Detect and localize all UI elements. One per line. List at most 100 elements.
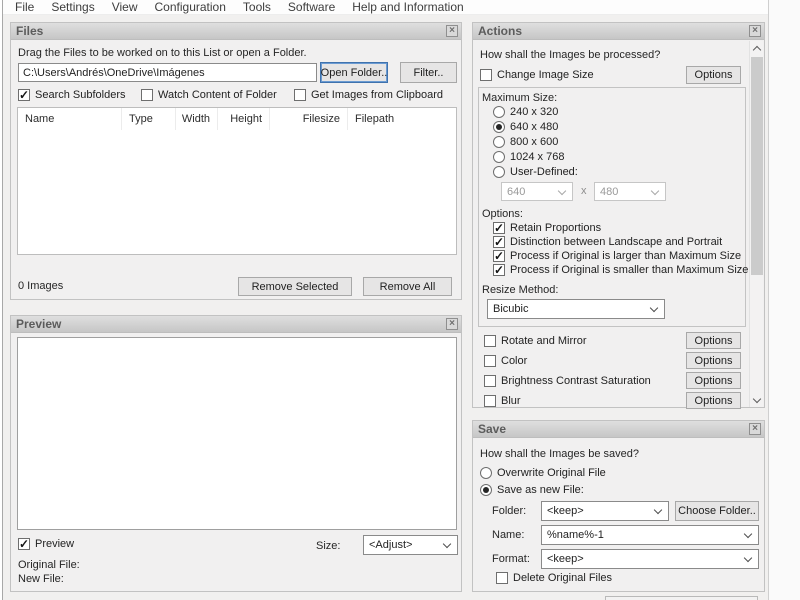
format-select[interactable]: <keep> (541, 549, 759, 569)
watch-content-label: Watch Content of Folder (158, 89, 277, 101)
close-icon[interactable]: × (749, 25, 761, 37)
brightness-contrast-label: Brightness Contrast Saturation (501, 375, 651, 387)
menu-software[interactable]: Software (288, 0, 335, 15)
blur-options-button[interactable]: Options (686, 392, 741, 409)
menu-help[interactable]: Help and Information (352, 0, 463, 15)
checkbox-box (484, 335, 496, 347)
search-subfolders-checkbox[interactable]: Search Subfolders (18, 89, 126, 101)
process-smaller-checkbox[interactable]: Process if Original is smaller than Maxi… (493, 264, 748, 276)
column-header-type[interactable]: Type (122, 108, 176, 130)
actions-panel-title: Actions (478, 24, 522, 38)
files-panel: Files × Drag the Files to be worked on t… (10, 22, 462, 300)
retain-proportions-checkbox[interactable]: Retain Proportions (493, 222, 601, 234)
column-header-height[interactable]: Height (218, 108, 270, 130)
landscape-portrait-label: Distinction between Landscape and Portra… (510, 236, 722, 248)
choose-folder-button[interactable]: Choose Folder.. (675, 501, 759, 521)
menu-file[interactable]: File (15, 0, 34, 15)
radio-1024x768[interactable]: 1024 x 768 (493, 151, 564, 163)
radio-800x600-label: 800 x 600 (510, 136, 558, 148)
radio-user-defined[interactable]: User-Defined: (493, 166, 578, 178)
preview-checkbox-label: Preview (35, 538, 74, 550)
column-header-filesize[interactable]: Filesize (270, 108, 348, 130)
preview-checkbox[interactable]: Preview (18, 538, 74, 550)
name-select[interactable]: %name%-1 (541, 525, 759, 545)
preview-panel-title: Preview (16, 317, 61, 331)
filter-button[interactable]: Filter.. (400, 62, 457, 83)
window-left-border (2, 0, 3, 600)
options-header: Options: (482, 208, 523, 220)
rotate-mirror-options-button[interactable]: Options (686, 332, 741, 349)
change-size-options-button[interactable]: Options (686, 66, 741, 84)
window-right-margin (768, 0, 800, 600)
save-as-new-radio[interactable]: Save as new File: (480, 484, 584, 496)
actions-scrollbar[interactable] (749, 41, 763, 407)
watch-content-checkbox[interactable]: Watch Content of Folder (141, 89, 277, 101)
resize-method-label: Resize Method: (482, 284, 558, 296)
column-header-width[interactable]: Width (176, 108, 218, 130)
blur-label: Blur (501, 395, 521, 407)
radio-circle (480, 484, 492, 496)
radio-640x480[interactable]: 640 x 480 (493, 121, 558, 133)
file-list-table[interactable]: Name Type Width Height Filesize Filepath (17, 107, 457, 255)
close-icon[interactable]: × (446, 25, 458, 37)
color-checkbox[interactable]: Color (484, 355, 527, 367)
close-icon[interactable]: × (446, 318, 458, 330)
radio-240x320[interactable]: 240 x 320 (493, 106, 558, 118)
delete-original-checkbox[interactable]: Delete Original Files (496, 572, 612, 584)
open-folder-button[interactable]: Open Folder.. (320, 62, 388, 83)
rotate-mirror-label: Rotate and Mirror (501, 335, 587, 347)
clipboard-checkbox[interactable]: Get Images from Clipboard (294, 89, 443, 101)
scrollbar-thumb[interactable] (751, 57, 763, 275)
checkbox-box (493, 236, 505, 248)
user-width-select[interactable]: 640 (501, 182, 573, 201)
menu-view[interactable]: View (112, 0, 138, 15)
scroll-down-icon[interactable] (750, 393, 764, 407)
overwrite-original-radio[interactable]: Overwrite Original File (480, 467, 606, 479)
menu-configuration[interactable]: Configuration (155, 0, 226, 15)
folder-path-input[interactable]: C:\Users\Andrés\OneDrive\Imágenes (18, 63, 317, 82)
original-file-label: Original File: (18, 559, 80, 571)
radio-circle (493, 151, 505, 163)
color-options-button[interactable]: Options (686, 352, 741, 369)
remove-selected-button[interactable]: Remove Selected (238, 277, 352, 296)
brightness-contrast-checkbox[interactable]: Brightness Contrast Saturation (484, 375, 651, 387)
color-label: Color (501, 355, 527, 367)
radio-circle (493, 106, 505, 118)
actions-question: How shall the Images be processed? (480, 49, 660, 61)
landscape-portrait-checkbox[interactable]: Distinction between Landscape and Portra… (493, 236, 722, 248)
save-panel-titlebar: Save × (473, 421, 764, 438)
blur-checkbox[interactable]: Blur (484, 395, 521, 407)
preview-image-area (17, 337, 457, 530)
rotate-mirror-checkbox[interactable]: Rotate and Mirror (484, 335, 587, 347)
checkbox-box (484, 395, 496, 407)
retain-proportions-label: Retain Proportions (510, 222, 601, 234)
checkbox-box (496, 572, 508, 584)
scroll-up-icon[interactable] (750, 41, 764, 55)
process-button-partial[interactable] (605, 596, 758, 600)
preview-panel-titlebar: Preview × (11, 316, 461, 333)
remove-all-button[interactable]: Remove All (363, 277, 452, 296)
brightness-options-button[interactable]: Options (686, 372, 741, 389)
save-panel-title: Save (478, 422, 506, 436)
clipboard-label: Get Images from Clipboard (311, 89, 443, 101)
checkbox-box (493, 250, 505, 262)
process-larger-checkbox[interactable]: Process if Original is larger than Maxim… (493, 250, 741, 262)
radio-user-defined-label: User-Defined: (510, 166, 578, 178)
close-icon[interactable]: × (749, 423, 761, 435)
preview-size-select[interactable]: <Adjust> (363, 535, 458, 555)
size-label: Size: (316, 540, 340, 552)
column-header-filepath[interactable]: Filepath (348, 108, 456, 130)
resize-method-select[interactable]: Bicubic (487, 299, 665, 319)
user-height-select[interactable]: 480 (594, 182, 666, 201)
name-label: Name: (492, 529, 524, 541)
checkbox-box (18, 89, 30, 101)
files-instruction: Drag the Files to be worked on to this L… (18, 47, 307, 59)
change-image-size-checkbox[interactable]: Change Image Size (480, 69, 594, 81)
folder-select[interactable]: <keep> (541, 501, 669, 521)
radio-800x600[interactable]: 800 x 600 (493, 136, 558, 148)
format-label: Format: (492, 553, 530, 565)
column-header-name[interactable]: Name (18, 108, 122, 130)
menu-bar: File Settings View Configuration Tools S… (3, 0, 768, 15)
menu-tools[interactable]: Tools (243, 0, 271, 15)
menu-settings[interactable]: Settings (51, 0, 94, 15)
